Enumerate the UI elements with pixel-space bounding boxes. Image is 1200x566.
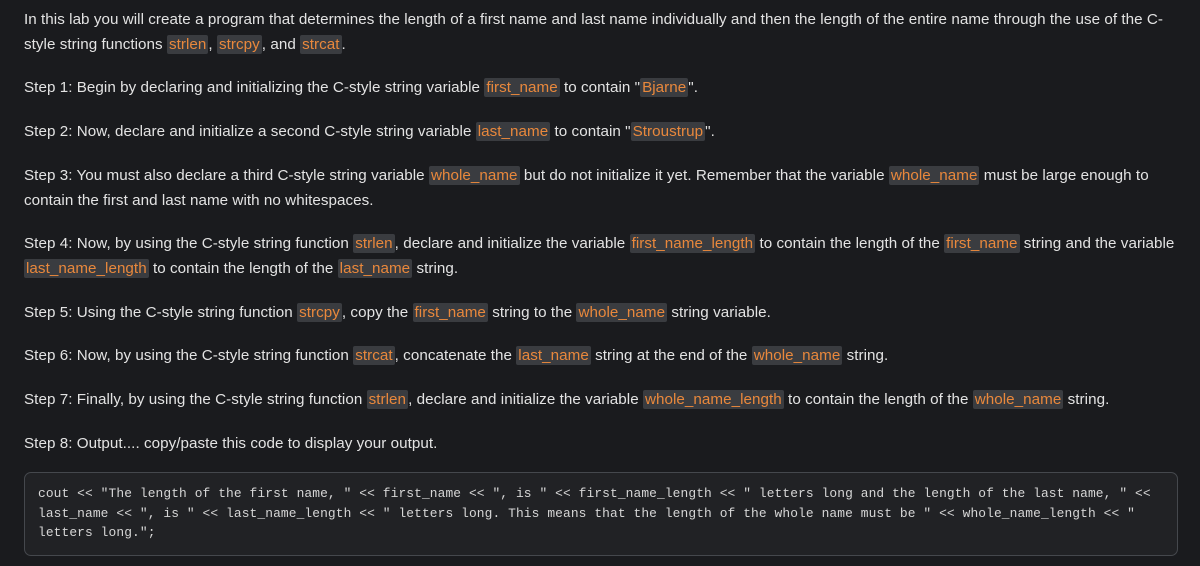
step-4-text-5: to contain the length of the (148, 259, 338, 277)
inline-code-last-name: last_name (475, 122, 551, 142)
inline-code-strcat: strcat (300, 34, 342, 54)
step-7-text-4: string. (1063, 391, 1110, 409)
step-5-text-4: string variable. (667, 303, 771, 321)
step-8-text: Step 8: Output.... copy/paste this code … (24, 434, 438, 452)
step-1-text-2: to contain " (559, 79, 641, 97)
inline-code-first-name-3: first_name (412, 302, 488, 322)
inline-code-strlen-3: strlen (366, 390, 409, 410)
step-6-text-2: , concatenate the (394, 347, 517, 365)
code-block[interactable]: cout << "The length of the first name, "… (24, 472, 1178, 556)
step-4-text-6: string. (412, 259, 459, 277)
step-4-text-4: string and the variable (1019, 235, 1175, 253)
step-6-paragraph: Step 6: Now, by using the C-style string… (24, 344, 1178, 369)
inline-code-last-name-length: last_name_length (24, 258, 149, 278)
step-5-text-3: string to the (487, 303, 577, 321)
inline-code-whole-name-4: whole_name (751, 346, 843, 366)
step-7-text-2: , declare and initialize the variable (408, 391, 643, 409)
step-4-text-3: to contain the length of the (755, 235, 945, 253)
step-2-text-2: to contain " (550, 123, 631, 141)
step-1-paragraph: Step 1: Begin by declaring and initializ… (24, 76, 1178, 101)
step-7-text-1: Step 7: Finally, by using the C-style st… (24, 391, 367, 409)
step-7-paragraph: Step 7: Finally, by using the C-style st… (24, 388, 1178, 413)
inline-code-whole-name: whole_name (428, 165, 520, 185)
step-4-text-1: Step 4: Now, by using the C-style string… (24, 235, 354, 253)
step-5-text-2: , copy the (341, 303, 413, 321)
intro-paragraph: In this lab you will create a program th… (24, 8, 1178, 57)
inline-code-strcpy: strcpy (216, 34, 262, 54)
step-6-text-4: string. (842, 347, 889, 365)
step-6-text-3: string at the end of the (590, 347, 752, 365)
step-8-paragraph: Step 8: Output.... copy/paste this code … (24, 432, 1178, 457)
intro-text-3: , and (261, 35, 301, 53)
code-block-content[interactable]: cout << "The length of the first name, "… (38, 484, 1164, 543)
inline-code-whole-name-3: whole_name (576, 302, 668, 322)
step-2-text-3: ". (705, 123, 715, 141)
step-3-text-2: but do not initialize it yet. Remember t… (519, 166, 889, 184)
inline-code-strlen: strlen (166, 34, 209, 54)
inline-code-strcpy-2: strcpy (297, 302, 342, 322)
inline-code-last-name-3: last_name (516, 346, 591, 366)
intro-text-2: , (208, 35, 217, 53)
step-6-text-1: Step 6: Now, by using the C-style string… (24, 347, 354, 365)
step-5-text-1: Step 5: Using the C-style string functio… (24, 303, 298, 321)
step-5-paragraph: Step 5: Using the C-style string functio… (24, 301, 1178, 326)
inline-code-first-name-2: first_name (944, 234, 1020, 254)
inline-code-bjarne: Bjarne (640, 78, 689, 98)
inline-code-strcat-2: strcat (353, 346, 395, 366)
inline-code-whole-name-2: whole_name (888, 165, 980, 185)
step-1-text-3: ". (688, 79, 698, 97)
step-4-text-2: , declare and initialize the variable (394, 235, 630, 253)
lab-instructions-page: In this lab you will create a program th… (0, 0, 1200, 566)
step-2-paragraph: Step 2: Now, declare and initialize a se… (24, 120, 1178, 145)
inline-code-strlen-2: strlen (353, 234, 395, 254)
inline-code-whole-name-5: whole_name (972, 390, 1064, 410)
step-2-text-1: Step 2: Now, declare and initialize a se… (24, 123, 476, 141)
inline-code-first-name-length: first_name_length (629, 234, 756, 254)
inline-code-stroustrup: Stroustrup (630, 122, 706, 142)
step-1-text-1: Step 1: Begin by declaring and initializ… (24, 79, 485, 97)
step-3-text-1: Step 3: You must also declare a third C-… (24, 166, 429, 184)
inline-code-first-name: first_name (484, 78, 560, 98)
step-7-text-3: to contain the length of the (783, 391, 973, 409)
inline-code-whole-name-length: whole_name_length (642, 390, 784, 410)
step-4-paragraph: Step 4: Now, by using the C-style string… (24, 232, 1178, 281)
step-3-paragraph: Step 3: You must also declare a third C-… (24, 164, 1178, 213)
intro-text-4: . (341, 35, 346, 53)
inline-code-last-name-2: last_name (337, 258, 413, 278)
